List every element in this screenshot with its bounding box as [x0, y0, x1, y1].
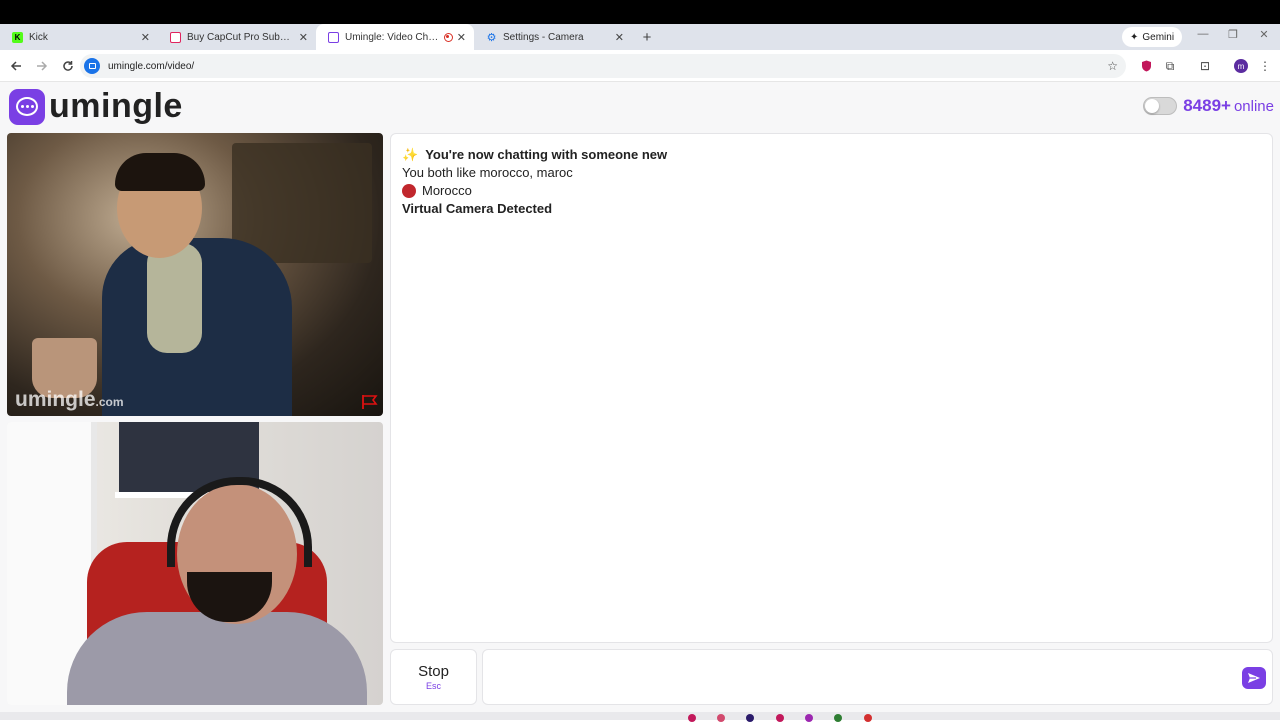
tab-umingle[interactable]: Umingle: Video Chat with Stra ✕ — [316, 24, 474, 50]
back-button[interactable] — [4, 54, 28, 78]
bottom-dot — [688, 714, 696, 722]
profile-avatar[interactable]: m — [1233, 58, 1249, 74]
restore-icon[interactable]: ❐ — [1224, 28, 1242, 41]
close-window-icon[interactable]: ✕ — [1255, 28, 1273, 41]
umingle-favicon-icon — [328, 31, 339, 43]
tab-title: Umingle: Video Chat with Stra — [345, 31, 440, 43]
browser-menu-icon[interactable]: ⋮ — [1257, 58, 1273, 74]
online-label: online — [1233, 97, 1274, 115]
bottom-strip — [0, 712, 1280, 720]
omnibox[interactable]: umingle.com/video/ ☆ — [80, 54, 1126, 78]
self-video — [7, 422, 383, 705]
tab-title: Kick — [29, 31, 48, 43]
tab-settings-camera[interactable]: ⚙ Settings - Camera ✕ — [474, 24, 632, 50]
bottom-dot — [864, 714, 872, 722]
bottom-dot — [717, 714, 725, 722]
umingle-logo[interactable]: umingle — [9, 87, 183, 126]
close-tab-icon[interactable]: ✕ — [299, 31, 308, 44]
tab-strip: K Kick ✕ Buy CapCut Pro Subscription (6 … — [0, 24, 1280, 50]
message-input[interactable] — [493, 660, 1233, 694]
send-icon — [1248, 673, 1260, 683]
person-hair — [115, 153, 205, 191]
extension-shield-icon[interactable] — [1138, 58, 1154, 74]
forward-button[interactable] — [30, 54, 54, 78]
tab-search-icon[interactable]: ⊡ — [1197, 58, 1213, 74]
gemini-button[interactable]: ✦ Gemini — [1122, 27, 1183, 47]
morocco-flag-icon — [402, 184, 416, 198]
chat-virtual-camera-notice: Virtual Camera Detected — [402, 201, 553, 216]
recording-indicator-icon — [443, 32, 453, 42]
send-button[interactable] — [1242, 667, 1266, 689]
person-scarf — [147, 243, 202, 353]
page: umingle 8489+ online umingle.com ✨ You'r… — [0, 82, 1280, 720]
settings-gear-icon: ⚙ — [486, 31, 497, 44]
tab-title: Buy CapCut Pro Subscription (6 — [187, 31, 295, 43]
theme-toggle[interactable] — [1143, 97, 1178, 115]
message-box — [482, 649, 1273, 705]
close-tab-icon[interactable]: ✕ — [615, 31, 624, 44]
logo-text: umingle — [49, 87, 183, 125]
bookmark-star-icon[interactable]: ☆ — [1107, 59, 1118, 73]
os-top-bar — [0, 0, 1280, 24]
reload-icon — [63, 60, 73, 71]
close-tab-icon[interactable]: ✕ — [457, 31, 466, 44]
close-tab-icon[interactable]: ✕ — [141, 31, 150, 44]
chat-country: Morocco — [402, 182, 1261, 200]
chat-panel: ✨ You're now chatting with someone new Y… — [390, 133, 1273, 643]
site-info-icon[interactable] — [84, 58, 100, 74]
bottom-dot — [805, 714, 813, 722]
online-indicator: 8489+ online — [1143, 96, 1274, 116]
new-tab-button[interactable]: + — [636, 26, 658, 48]
online-count: 8489+ — [1183, 96, 1231, 115]
url-text[interactable]: umingle.com/video/ — [108, 61, 194, 72]
address-bar: umingle.com/video/ ☆ ⧉ ⊡ m ⋮ — [0, 50, 1280, 82]
minimize-icon[interactable]: — — [1194, 28, 1212, 40]
extensions-puzzle-icon[interactable]: ⧉ — [1162, 58, 1178, 74]
video-watermark: umingle.com — [15, 388, 124, 411]
reload-button[interactable] — [56, 54, 80, 78]
bottom-dot — [776, 714, 784, 722]
stop-shortcut-hint: Esc — [425, 681, 441, 691]
gemini-label: Gemini — [1142, 31, 1175, 43]
chat-common-interests: You both like morocco, maroc — [402, 165, 573, 180]
sparkle-icon: ✨ — [402, 147, 419, 162]
stop-label: Stop — [418, 663, 449, 680]
capcut-favicon-icon — [170, 31, 181, 43]
person-sweater — [67, 612, 367, 705]
stranger-video: umingle.com — [7, 133, 383, 416]
chat-bubble-logo-icon — [9, 88, 45, 125]
tab-capcut[interactable]: Buy CapCut Pro Subscription (6 ✕ — [158, 24, 316, 50]
report-flag-icon[interactable] — [361, 394, 379, 410]
back-arrow-icon — [10, 60, 21, 71]
bottom-dot — [746, 714, 754, 722]
tab-title: Settings - Camera — [503, 31, 584, 43]
tab-kick[interactable]: K Kick ✕ — [0, 24, 158, 50]
forward-arrow-icon — [37, 60, 48, 71]
kick-favicon-icon: K — [12, 31, 23, 43]
chat-system-message: ✨ You're now chatting with someone new — [402, 147, 668, 162]
gemini-sparkle-icon: ✦ — [1130, 31, 1139, 43]
stop-button[interactable]: Stop Esc — [390, 649, 477, 705]
bottom-dot — [834, 714, 842, 722]
